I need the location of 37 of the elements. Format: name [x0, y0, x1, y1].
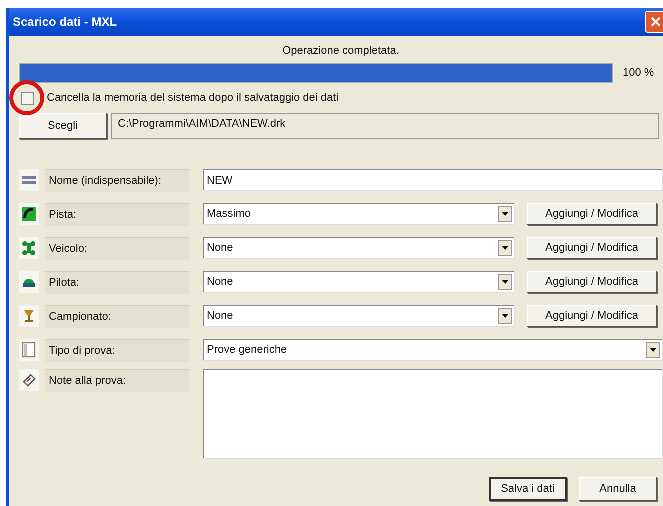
- add-edit-button[interactable]: Aggiungi / Modifica: [527, 203, 657, 225]
- field-label: Nome (indispensabile):: [45, 168, 189, 192]
- checkbox[interactable]: [20, 92, 34, 104]
- file-path: C:\Programmi\AIM\DATA\NEW.drk: [111, 113, 659, 139]
- dropdown[interactable]: None: [203, 237, 515, 259]
- dialog-button[interactable]: Salva i dati: [489, 477, 567, 501]
- close-icon[interactable]: [650, 16, 662, 28]
- dropdown[interactable]: Prove generiche: [203, 339, 663, 361]
- add-edit-button[interactable]: Aggiungi / Modifica: [527, 305, 657, 327]
- add-edit-button[interactable]: Aggiungi / Modifica: [527, 237, 657, 259]
- dropdown[interactable]: Massimo: [203, 203, 515, 225]
- window-title: Scarico dati - MXL: [12, 15, 118, 29]
- add-edit-button[interactable]: Aggiungi / Modifica: [527, 271, 657, 293]
- field-label: Note alla prova:: [45, 369, 189, 392]
- field-icon: [19, 203, 39, 225]
- close-button[interactable]: [645, 11, 663, 33]
- field-icon: [19, 271, 39, 293]
- field-label: Veicolo:: [45, 236, 189, 260]
- field-icon: [19, 305, 39, 327]
- checkbox-label: Cancella la memoria del sistema dopo il salvataggio dei dati: [47, 92, 339, 104]
- field-label: Tipo di prova:: [45, 338, 189, 362]
- field-icon: [19, 369, 39, 391]
- field-label: Pista:: [45, 202, 189, 226]
- dropdown[interactable]: None: [203, 305, 515, 327]
- choose-button[interactable]: Scegli: [19, 113, 107, 139]
- field-label: Campionato:: [45, 304, 189, 328]
- text-field[interactable]: NEW: [203, 169, 663, 191]
- dropdown[interactable]: None: [203, 271, 515, 293]
- status-text: Operazione completata.: [282, 44, 400, 59]
- dialog-button[interactable]: Annulla: [579, 477, 657, 501]
- field-icon: [19, 339, 39, 361]
- field-icon: [19, 237, 39, 259]
- highlight-circle: [9, 80, 45, 116]
- field-label: Pilota:: [45, 270, 189, 294]
- notes-field[interactable]: [203, 369, 663, 459]
- field-icon: [19, 169, 39, 191]
- progress-percent: 100 %: [623, 67, 654, 79]
